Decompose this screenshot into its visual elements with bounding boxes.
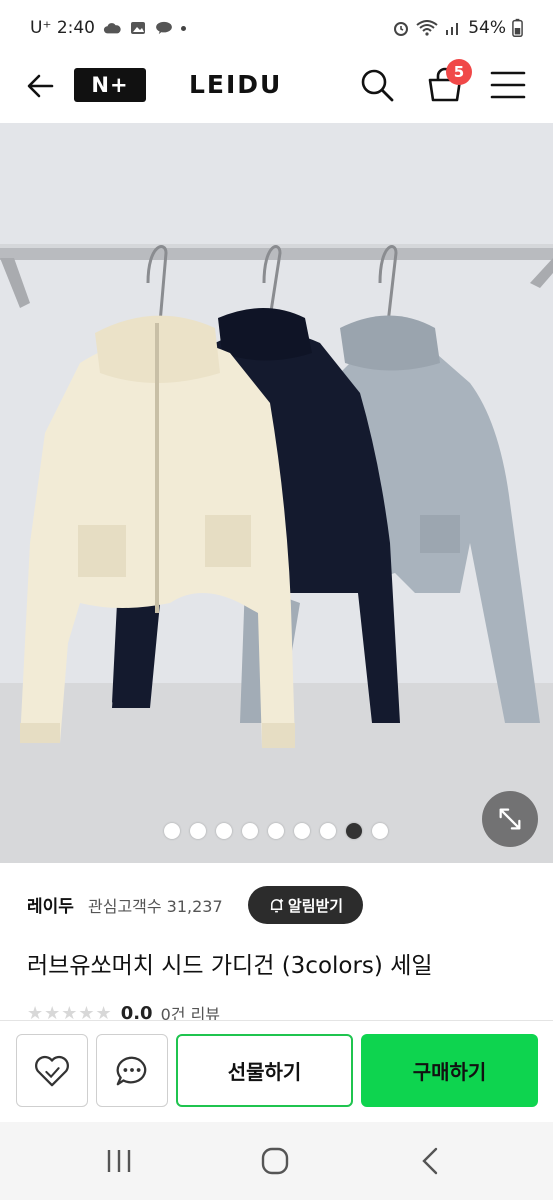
pagination-dot[interactable] <box>320 823 336 839</box>
signal-icon <box>446 23 459 35</box>
status-right: 54% <box>392 18 523 38</box>
status-left: U⁺ 2:40 <box>30 18 186 38</box>
system-back-icon[interactable] <box>418 1146 440 1176</box>
pagination-dot[interactable] <box>294 823 310 839</box>
pagination-dot[interactable] <box>164 823 180 839</box>
menu-icon[interactable] <box>490 69 526 101</box>
pagination-dot[interactable] <box>190 823 206 839</box>
expand-image-button[interactable] <box>482 791 538 847</box>
expand-icon <box>499 808 521 830</box>
back-arrow-icon[interactable] <box>22 68 58 104</box>
buy-button[interactable]: 구매하기 <box>361 1034 538 1107</box>
app-header: N+ LEIDU 5 <box>0 56 553 122</box>
follower-count: 관심고객수 31,237 <box>88 897 223 916</box>
chat-bubble-icon <box>116 1056 147 1085</box>
bell-plus-icon <box>270 898 284 912</box>
pagination-dot[interactable] <box>268 823 284 839</box>
store-name-link[interactable]: 레이두 <box>27 892 74 917</box>
pagination-dot-active[interactable] <box>346 823 362 839</box>
bottom-action-bar: 선물하기 구매하기 <box>0 1020 553 1122</box>
pagination-dot[interactable] <box>242 823 258 839</box>
follow-button-label: 알림받기 <box>287 896 344 915</box>
carrier-time: U⁺ 2:40 <box>30 18 95 38</box>
talk-talk-button[interactable] <box>96 1034 168 1107</box>
status-bar: U⁺ 2:40 54% <box>0 0 553 56</box>
heart-icon <box>35 1055 69 1086</box>
wishlist-button[interactable] <box>16 1034 88 1107</box>
pagination-dots <box>164 823 388 839</box>
product-title: 러브유쏘머치 시드 가디건 (3colors) 세일 <box>27 953 433 979</box>
wifi-icon <box>416 20 438 36</box>
search-icon[interactable] <box>358 66 396 104</box>
cloud-icon <box>103 23 121 34</box>
recent-apps-icon[interactable] <box>104 1148 134 1174</box>
gallery-icon <box>131 22 145 34</box>
pagination-dot[interactable] <box>216 823 232 839</box>
product-image[interactable] <box>0 123 553 863</box>
notify-follow-button[interactable]: 알림받기 <box>248 886 363 924</box>
store-info-row: 레이두 관심고객수 31,237 알림받기 <box>0 883 553 927</box>
talk-icon <box>156 21 172 35</box>
battery-icon <box>512 18 523 37</box>
system-navigation-bar <box>0 1122 553 1200</box>
home-icon[interactable] <box>260 1146 290 1176</box>
gift-button[interactable]: 선물하기 <box>176 1034 353 1107</box>
alarm-icon <box>394 22 409 36</box>
product-photo-illustration <box>0 123 553 863</box>
naver-plus-logo[interactable]: N+ <box>74 68 146 102</box>
notification-dot <box>181 25 186 31</box>
battery-text: 54% <box>468 18 506 38</box>
gallery-pagination <box>0 823 553 841</box>
brand-logo-text: N+ <box>91 73 129 97</box>
store-name-title[interactable]: LEIDU <box>189 68 282 102</box>
pagination-dot[interactable] <box>372 823 388 839</box>
cart-count-badge: 5 <box>446 59 472 85</box>
